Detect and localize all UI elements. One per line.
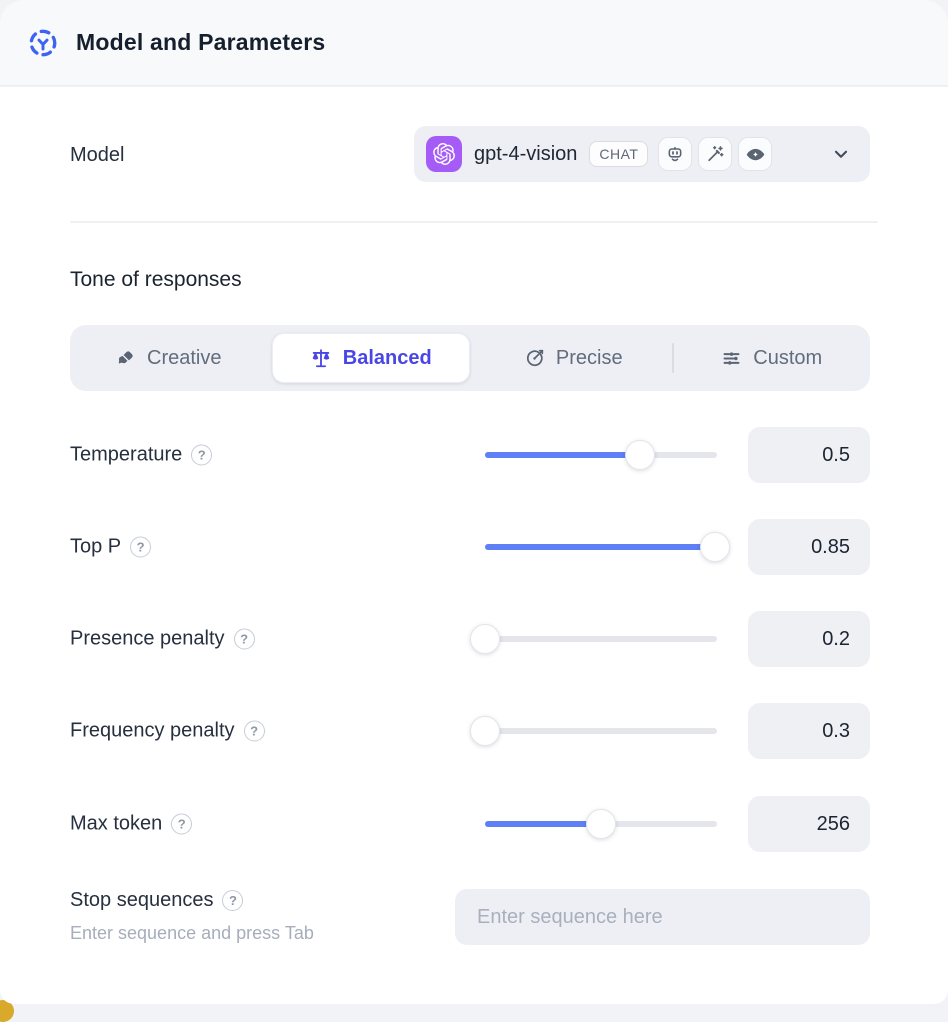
tone-option-label: Balanced bbox=[343, 347, 432, 370]
param-label: Presence penalty bbox=[70, 628, 225, 651]
slider-thumb[interactable] bbox=[625, 440, 655, 470]
help-icon[interactable]: ? bbox=[171, 814, 192, 835]
openai-logo-icon bbox=[426, 136, 462, 172]
top-p-slider[interactable] bbox=[485, 532, 717, 562]
help-icon[interactable]: ? bbox=[234, 629, 255, 650]
capability-chips bbox=[658, 137, 772, 171]
slider-thumb[interactable] bbox=[586, 809, 616, 839]
param-row-top-p: Top P ? 0.85 bbox=[0, 519, 948, 575]
stop-sequence-input[interactable] bbox=[455, 889, 870, 945]
max-token-slider[interactable] bbox=[485, 809, 717, 839]
model-label: Model bbox=[70, 144, 124, 167]
help-icon[interactable]: ? bbox=[191, 445, 212, 466]
max-token-value[interactable]: 256 bbox=[748, 796, 870, 852]
target-icon bbox=[524, 348, 545, 369]
param-row-presence-penalty: Presence penalty ? 0.2 bbox=[0, 611, 948, 667]
help-icon[interactable]: ? bbox=[244, 721, 265, 742]
dashed-circle-model-icon bbox=[28, 28, 58, 58]
section-divider bbox=[70, 221, 878, 223]
top-p-value[interactable]: 0.85 bbox=[748, 519, 870, 575]
slider-thumb[interactable] bbox=[470, 624, 500, 654]
param-row-frequency-penalty: Frequency penalty ? 0.3 bbox=[0, 703, 948, 759]
model-type-badge: CHAT bbox=[589, 141, 648, 167]
frequency-penalty-value[interactable]: 0.3 bbox=[748, 703, 870, 759]
tone-option-custom[interactable]: Custom bbox=[674, 325, 871, 391]
chevron-down-icon bbox=[830, 143, 852, 165]
paintbrush-icon bbox=[115, 348, 136, 369]
temperature-value[interactable]: 0.5 bbox=[748, 427, 870, 483]
settings-card: Model gpt-4-vision CHAT bbox=[0, 87, 948, 1004]
tone-segmented-control: Creative Balanced Precise bbox=[70, 325, 870, 391]
presence-penalty-slider[interactable] bbox=[485, 624, 717, 654]
tone-option-label: Creative bbox=[147, 347, 221, 370]
stop-sequences-label-group: Stop sequences ? Enter sequence and pres… bbox=[70, 889, 314, 944]
frequency-penalty-slider[interactable] bbox=[485, 716, 717, 746]
tone-option-creative[interactable]: Creative bbox=[70, 325, 267, 391]
param-label: Top P bbox=[70, 536, 121, 559]
model-select-dropdown[interactable]: gpt-4-vision CHAT bbox=[414, 126, 870, 182]
tone-option-label: Custom bbox=[753, 347, 822, 370]
tone-option-balanced[interactable]: Balanced bbox=[272, 333, 471, 383]
balance-scale-icon bbox=[310, 347, 332, 369]
magic-wand-icon bbox=[698, 137, 732, 171]
tone-option-label: Precise bbox=[556, 347, 623, 370]
stop-sequences-helper-text: Enter sequence and press Tab bbox=[70, 923, 314, 944]
tone-section-title: Tone of responses bbox=[70, 268, 242, 292]
sliders-icon bbox=[721, 348, 742, 369]
stop-sequences-label: Stop sequences bbox=[70, 889, 213, 912]
robot-icon bbox=[658, 137, 692, 171]
help-icon[interactable]: ? bbox=[130, 537, 151, 558]
panel-header: Model and Parameters bbox=[0, 0, 948, 86]
slider-thumb[interactable] bbox=[700, 532, 730, 562]
slider-thumb[interactable] bbox=[470, 716, 500, 746]
param-label: Frequency penalty bbox=[70, 720, 235, 743]
selected-model-name: gpt-4-vision bbox=[474, 143, 577, 166]
param-label: Max token bbox=[70, 813, 162, 836]
page-title: Model and Parameters bbox=[76, 29, 325, 56]
presence-penalty-value[interactable]: 0.2 bbox=[748, 611, 870, 667]
vision-eye-icon bbox=[738, 137, 772, 171]
param-row-max-token: Max token ? 256 bbox=[0, 796, 948, 852]
param-row-temperature: Temperature ? 0.5 bbox=[0, 427, 948, 483]
tone-option-precise[interactable]: Precise bbox=[475, 325, 672, 391]
help-icon[interactable]: ? bbox=[222, 890, 243, 911]
param-label: Temperature bbox=[70, 444, 182, 467]
temperature-slider[interactable] bbox=[485, 440, 717, 470]
